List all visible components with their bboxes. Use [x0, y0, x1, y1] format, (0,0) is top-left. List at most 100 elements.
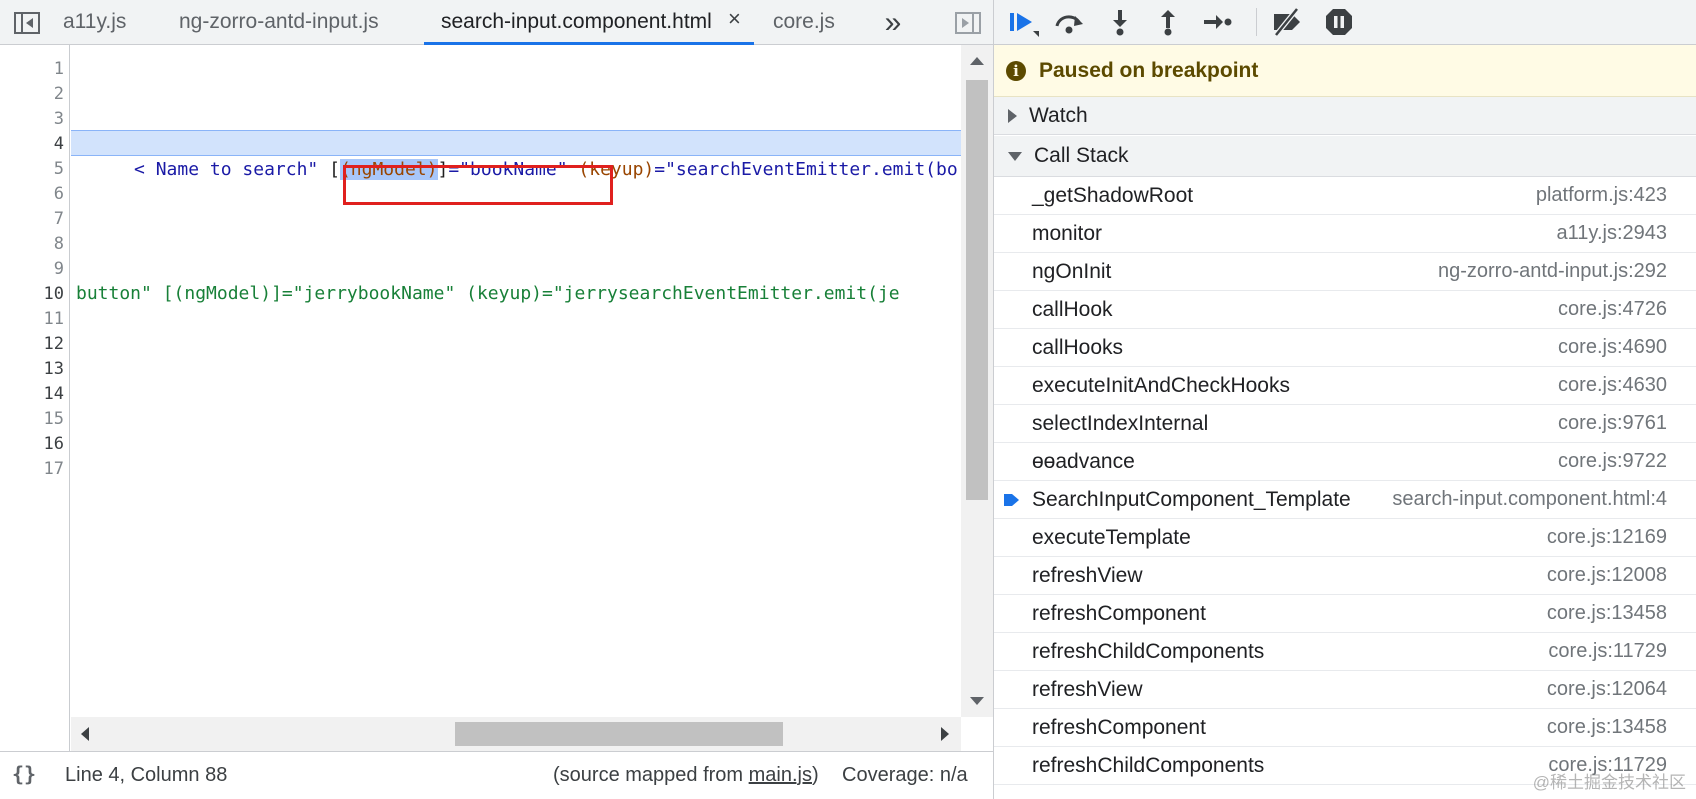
line-number[interactable]: 7	[0, 207, 64, 232]
line-number[interactable]: 11	[0, 307, 64, 332]
callstack-section-header[interactable]: Call Stack	[994, 136, 1696, 177]
call-frame[interactable]: _getShadowRoot platform.js:423	[994, 177, 1696, 215]
line-number[interactable]: 3	[0, 107, 64, 132]
frame-function-name: refreshView	[1032, 564, 1143, 587]
call-frame-current[interactable]: SearchInputComponent_Template search-inpu…	[994, 481, 1696, 519]
horizontal-scroll-thumb[interactable]	[455, 722, 783, 746]
frame-location[interactable]: core.js:4690	[1558, 336, 1667, 359]
source-map-suffix: )	[812, 764, 819, 786]
code-token: ="searchEventEmitter.emit(bo	[654, 159, 958, 180]
line-number[interactable]: 13	[0, 357, 64, 382]
coverage-status: Coverage: n/a	[842, 764, 968, 786]
deactivate-breakpoints-icon[interactable]	[1270, 6, 1304, 38]
frame-location[interactable]: a11y.js:2943	[1557, 222, 1667, 245]
frame-location[interactable]: core.js:9722	[1558, 450, 1667, 473]
toolbar-separator	[1256, 8, 1257, 36]
line-number[interactable]: 14	[0, 382, 64, 407]
resume-icon[interactable]	[1006, 6, 1040, 38]
sources-editor-pane: a11y.js ng-zorro-antd-input.js search-in…	[0, 0, 993, 799]
tab-ng-zorro-antd-input-js[interactable]: ng-zorro-antd-input.js	[179, 0, 379, 44]
toggle-navigator-icon[interactable]	[8, 0, 46, 45]
line-number[interactable]: 2	[0, 82, 64, 107]
frame-location[interactable]: core.js:4726	[1558, 298, 1667, 321]
code-line-4[interactable]: < Name to search" [(ngModel)]="bookName"…	[71, 131, 958, 180]
code-editor[interactable]: < Name to search" [(ngModel)]="bookName"…	[71, 45, 961, 717]
line-number[interactable]: 6	[0, 182, 64, 207]
line-number[interactable]: 4	[0, 132, 64, 157]
frame-function-name: refreshChildComponents	[1032, 754, 1265, 777]
step-icon[interactable]	[1200, 6, 1234, 38]
frame-location[interactable]: core.js:12169	[1547, 526, 1667, 549]
close-icon[interactable]: ×	[728, 6, 741, 32]
source-map-link[interactable]: main.js	[749, 764, 812, 786]
step-over-icon[interactable]	[1052, 6, 1086, 38]
scroll-up-icon[interactable]	[970, 57, 984, 65]
frame-function-name: executeInitAndCheckHooks	[1032, 374, 1290, 397]
paused-banner: i Paused on breakpoint	[994, 45, 1696, 97]
frame-location[interactable]: core.js:13458	[1547, 716, 1667, 739]
tab-search-input-component-html[interactable]: search-input.component.html	[441, 0, 712, 44]
line-number[interactable]: 1	[0, 57, 64, 82]
watch-section-header[interactable]: Watch	[994, 97, 1696, 135]
step-into-icon[interactable]	[1103, 6, 1137, 38]
line-number[interactable]: 15	[0, 407, 64, 432]
line-number[interactable]: 16	[0, 432, 64, 457]
line-number[interactable]: 5	[0, 157, 64, 182]
frame-location[interactable]: platform.js:423	[1536, 184, 1667, 207]
frame-function-name: refreshComponent	[1032, 716, 1206, 739]
frame-location[interactable]: core.js:11729	[1548, 640, 1667, 663]
call-frame[interactable]: ngOnInit ng-zorro-antd-input.js:292	[994, 253, 1696, 291]
frame-function-name: executeTemplate	[1032, 526, 1191, 549]
call-frame[interactable]: refreshView core.js:12008	[994, 557, 1696, 595]
pause-on-exceptions-icon[interactable]	[1322, 6, 1356, 38]
pretty-print-icon[interactable]: {}	[12, 762, 36, 786]
scroll-down-icon[interactable]	[970, 697, 984, 705]
line-number-gutter[interactable]: 1 2 3 4 5 6 7 8 9 10 11 12 13 14 15 16 1…	[0, 45, 70, 751]
call-frame[interactable]: refreshView core.js:12064	[994, 671, 1696, 709]
toggle-debugger-icon[interactable]	[950, 0, 986, 45]
call-frame[interactable]: callHooks core.js:4690	[994, 329, 1696, 367]
frame-function-name: refreshChildComponents	[1032, 640, 1265, 663]
call-frame[interactable]: selectIndexInternal core.js:9761	[994, 405, 1696, 443]
frame-location[interactable]: core.js:9761	[1558, 412, 1667, 435]
frame-location[interactable]: core.js:12064	[1547, 678, 1667, 701]
watch-label: Watch	[1029, 103, 1088, 127]
frame-location[interactable]: search-input.component.html:4	[1392, 488, 1667, 511]
call-frame[interactable]: ɵɵadvance core.js:9722	[994, 443, 1696, 481]
frame-location[interactable]: ng-zorro-antd-input.js:292	[1438, 260, 1667, 283]
debugger-toolbar	[994, 0, 1696, 45]
code-token: < Name to search"	[134, 159, 330, 180]
frame-location[interactable]: core.js:4630	[1558, 374, 1667, 397]
code-line-10[interactable]: button" [(ngModel)]="jerrybookName" (key…	[76, 281, 900, 307]
frame-function-name: refreshComponent	[1032, 602, 1206, 625]
horizontal-scrollbar[interactable]	[71, 717, 961, 751]
line-number[interactable]: 8	[0, 232, 64, 257]
call-frame[interactable]: monitor a11y.js:2943	[994, 215, 1696, 253]
scroll-right-icon[interactable]	[941, 727, 949, 741]
vertical-scroll-thumb[interactable]	[966, 80, 988, 500]
call-frame[interactable]: callHook core.js:4726	[994, 291, 1696, 329]
frame-location[interactable]: core.js:13458	[1547, 602, 1667, 625]
tab-a11y-js[interactable]: a11y.js	[63, 0, 126, 44]
line-number[interactable]: 9	[0, 257, 64, 282]
current-frame-arrow-icon	[1004, 492, 1020, 513]
watermark: @稀土掘金技术社区	[1532, 773, 1686, 792]
step-out-icon[interactable]	[1151, 6, 1185, 38]
tab-core-js[interactable]: core.js	[773, 0, 835, 44]
line-number[interactable]: 12	[0, 332, 64, 357]
call-frame[interactable]: executeTemplate core.js:12169	[994, 519, 1696, 557]
scroll-left-icon[interactable]	[81, 727, 89, 741]
frame-location[interactable]: core.js:12008	[1547, 564, 1667, 587]
frame-function-name: SearchInputComponent_Template	[1032, 488, 1351, 511]
line-number[interactable]: 17	[0, 457, 64, 482]
vertical-scrollbar[interactable]	[961, 45, 993, 717]
call-frame[interactable]: executeInitAndCheckHooks core.js:4630	[994, 367, 1696, 405]
call-frame[interactable]: refreshChildComponents core.js:11729	[994, 633, 1696, 671]
expand-arrow-icon	[1008, 108, 1017, 123]
cursor-position: Line 4, Column 88	[65, 764, 228, 786]
line-number[interactable]: 10	[0, 282, 64, 307]
frame-function-name: callHook	[1032, 298, 1113, 321]
call-frame[interactable]: refreshComponent core.js:13458	[994, 595, 1696, 633]
call-frame[interactable]: refreshComponent core.js:13458	[994, 709, 1696, 747]
more-tabs-icon[interactable]: »	[876, 0, 910, 45]
